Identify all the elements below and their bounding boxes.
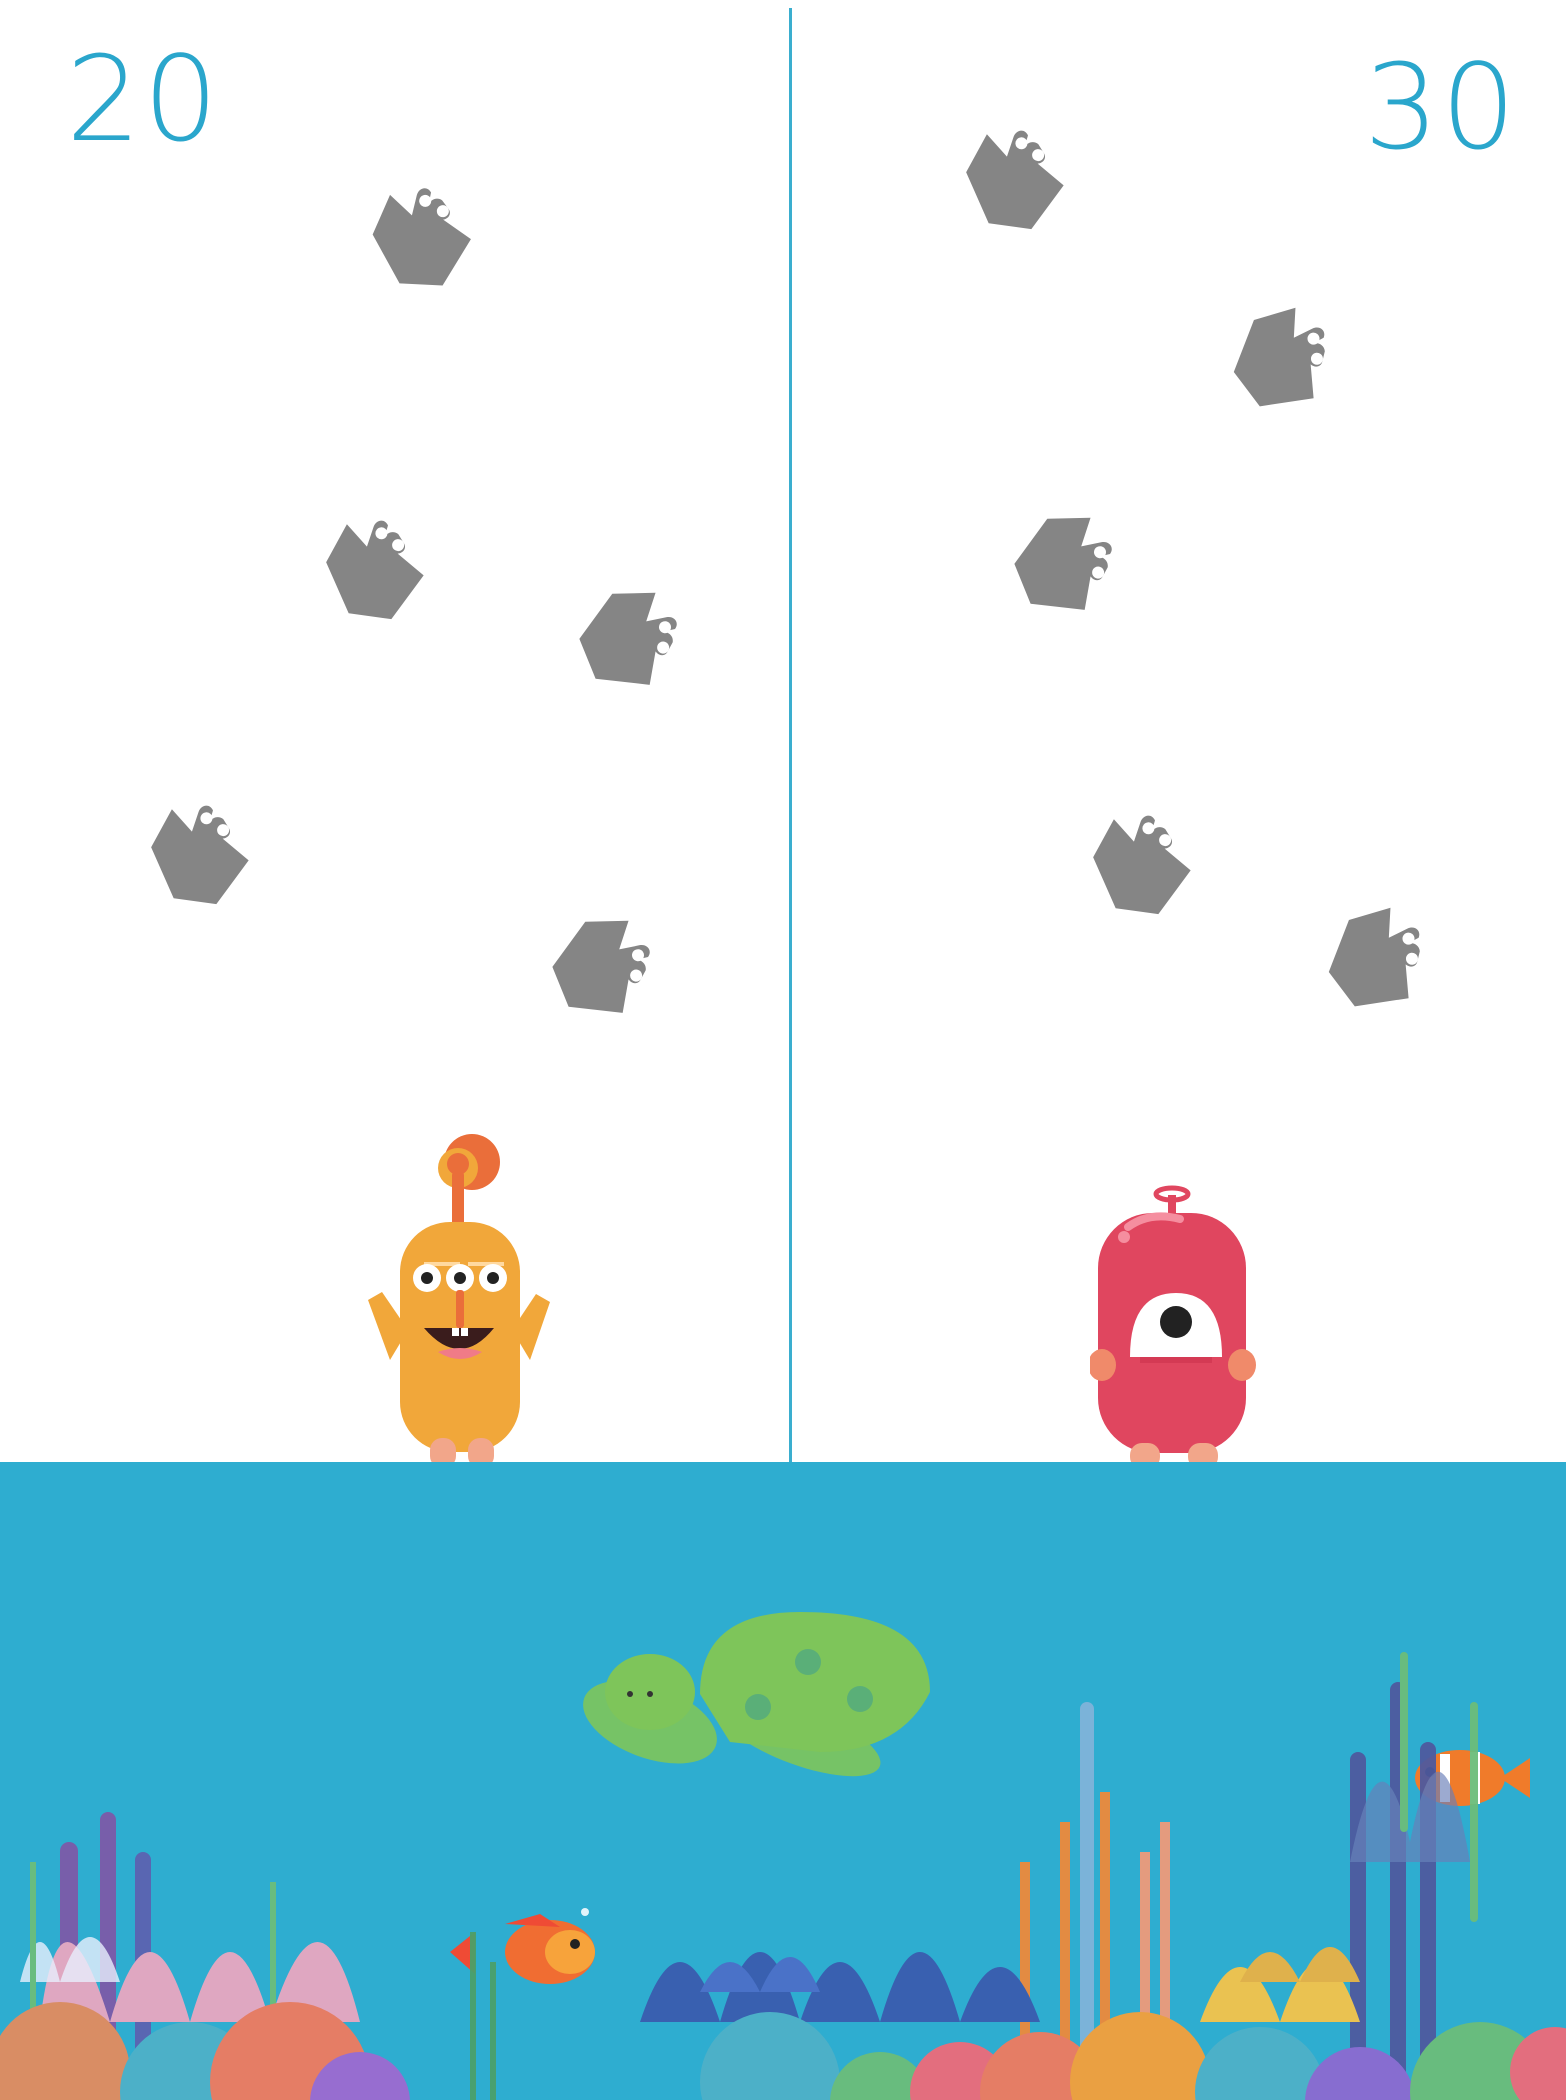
left-score: 20 [66,30,221,168]
plastic-bag-icon [950,115,1080,245]
right-score: 30 [1363,38,1518,176]
center-divider [789,8,792,1462]
right-player-monster[interactable] [1090,1185,1260,1475]
plastic-bag-icon [135,790,265,920]
left-player-monster[interactable] [360,1130,560,1475]
plastic-bag-icon [1077,800,1207,930]
sea-turtle-icon [583,1612,930,1777]
plastic-bag-icon [310,505,440,635]
plastic-bag-icon [352,168,491,307]
ocean-scene [0,1462,1566,2100]
